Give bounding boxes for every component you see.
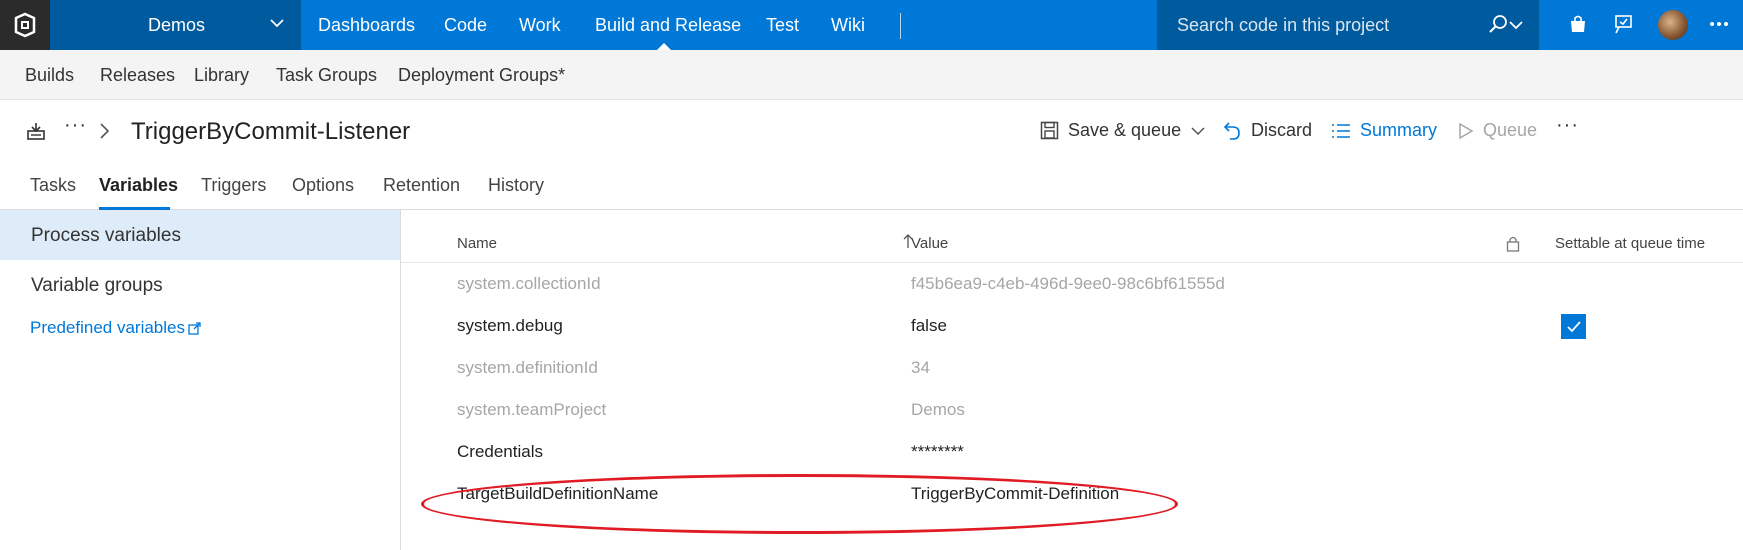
search-box[interactable]: Search code in this project [1157, 0, 1539, 50]
subnav-deployment-groups[interactable]: Deployment Groups* [398, 65, 565, 86]
nav-code[interactable]: Code [444, 15, 487, 36]
save-icon [1040, 121, 1059, 140]
feedback-icon[interactable] [1612, 13, 1634, 40]
nav-wiki[interactable]: Wiki [831, 15, 865, 36]
breadcrumb-more[interactable]: ··· [64, 114, 87, 137]
table-row[interactable]: system.debug false [401, 305, 1743, 347]
chevron-down-icon[interactable] [1507, 16, 1525, 39]
variable-value[interactable]: ******** [911, 442, 964, 462]
name-column-header[interactable]: Name [457, 235, 497, 252]
save-and-queue-button[interactable]: Save & queue [1040, 120, 1206, 141]
nav-test[interactable]: Test [766, 15, 799, 36]
table-row[interactable]: Credentials ******** [401, 431, 1743, 473]
tab-variables[interactable]: Variables [99, 175, 178, 196]
variable-name: system.definitionId [457, 358, 598, 377]
top-navigation-bar: Demos Dashboards Code Work Build and Rel… [0, 0, 1743, 50]
definition-title-bar: ··· TriggerByCommit-Listener Save & queu… [0, 100, 1743, 160]
tab-retention[interactable]: Retention [383, 175, 460, 196]
external-link-icon [188, 321, 201, 335]
user-avatar[interactable] [1658, 10, 1688, 40]
subnav-builds[interactable]: Builds [25, 65, 74, 86]
more-options-icon[interactable] [1708, 13, 1730, 40]
table-row[interactable]: system.definitionId 34 [401, 347, 1743, 389]
subnav-releases[interactable]: Releases [100, 65, 175, 86]
variable-name: system.collectionId [457, 274, 601, 293]
chevron-right-icon [98, 122, 110, 145]
tab-options[interactable]: Options [292, 175, 354, 196]
vsts-logo-icon[interactable] [0, 0, 50, 50]
table-row[interactable]: system.collectionId f45b6ea9-c4eb-496d-9… [401, 263, 1743, 305]
page-title: TriggerByCommit-Listener [131, 118, 411, 145]
project-name: Demos [148, 15, 206, 35]
variable-name[interactable]: Credentials [457, 442, 543, 462]
checkmark-icon [1566, 320, 1581, 332]
active-nav-indicator [657, 43, 671, 50]
process-variables-item[interactable]: Process variables [0, 210, 400, 260]
process-variables-label: Process variables [31, 225, 181, 246]
table-row[interactable]: system.teamProject Demos [401, 389, 1743, 431]
lock-icon [1506, 235, 1520, 257]
variable-value[interactable]: TriggerByCommit-Definition [911, 484, 1119, 504]
value-column-header[interactable]: Value [911, 235, 948, 252]
search-input[interactable]: Search code in this project [1177, 15, 1389, 36]
variable-value[interactable]: false [911, 316, 947, 336]
play-icon [1458, 122, 1474, 140]
nav-build-and-release[interactable]: Build and Release [595, 15, 741, 36]
nav-work[interactable]: Work [519, 15, 561, 36]
queue-label: Queue [1483, 120, 1538, 140]
tab-history[interactable]: History [488, 175, 544, 196]
summary-label: Summary [1360, 120, 1438, 140]
variable-name: system.teamProject [457, 400, 607, 419]
definition-tabs: Tasks Variables Triggers Options Retenti… [0, 160, 1743, 210]
discard-label: Discard [1251, 120, 1313, 140]
undo-icon [1222, 121, 1242, 141]
variable-groups-item[interactable]: Variable groups [0, 260, 400, 310]
variable-value: 34 [911, 358, 930, 377]
marketplace-bag-icon[interactable] [1567, 13, 1589, 40]
chevron-down-icon[interactable] [1190, 123, 1206, 139]
nav-dashboards[interactable]: Dashboards [318, 15, 415, 36]
variable-groups-label: Variable groups [31, 275, 163, 296]
variables-left-pane: Process variables Variable groups Predef… [0, 210, 401, 550]
subnav-task-groups[interactable]: Task Groups [276, 65, 377, 86]
variable-value: f45b6ea9-c4eb-496d-9ee0-98c6bf61555d [911, 274, 1225, 293]
subnav-library[interactable]: Library [194, 65, 249, 86]
build-release-subnav: Builds Releases Library Task Groups Depl… [0, 50, 1743, 100]
variable-value: Demos [911, 400, 965, 419]
nav-divider [900, 13, 901, 39]
list-icon [1331, 122, 1351, 140]
queue-button[interactable]: Queue [1458, 120, 1537, 141]
build-pipeline-icon [26, 122, 46, 145]
predefined-variables-link[interactable]: Predefined variables [30, 318, 201, 338]
variables-table-header: Name Value Settable at queue time [401, 210, 1743, 263]
discard-button[interactable]: Discard [1222, 120, 1312, 141]
settable-at-queue-checkbox[interactable] [1561, 314, 1586, 339]
tab-triggers[interactable]: Triggers [201, 175, 266, 196]
settable-column-header: Settable at queue time [1555, 235, 1706, 252]
predefined-variables-label: Predefined variables [30, 318, 185, 337]
variable-name[interactable]: TargetBuildDefinitionName [457, 484, 658, 504]
summary-button[interactable]: Summary [1331, 120, 1437, 141]
chevron-down-icon [268, 14, 286, 37]
save-and-queue-label: Save & queue [1068, 120, 1182, 140]
toolbar-more-button[interactable]: ··· [1556, 114, 1579, 137]
table-row[interactable]: TargetBuildDefinitionName TriggerByCommi… [401, 473, 1743, 515]
search-icon[interactable] [1487, 14, 1509, 41]
tab-tasks[interactable]: Tasks [30, 175, 76, 196]
project-selector[interactable]: Demos [50, 0, 301, 50]
variable-name[interactable]: system.debug [457, 316, 563, 336]
